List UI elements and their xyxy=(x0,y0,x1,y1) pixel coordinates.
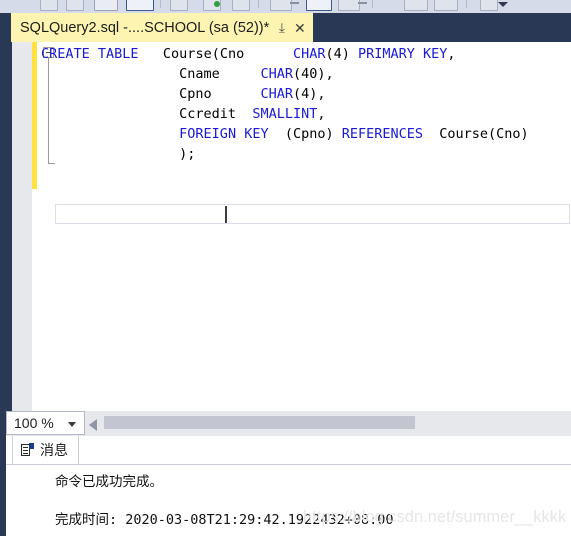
zoom-level-dropdown[interactable]: 100 % xyxy=(6,411,85,435)
sql-identifier: (40), xyxy=(292,66,334,82)
toolbar-button-uncomment[interactable] xyxy=(434,0,458,11)
execute-icon xyxy=(214,1,220,7)
sql-identifier: (4) xyxy=(325,46,359,62)
sql-identifier: (Cpno) xyxy=(268,126,342,142)
tab-messages[interactable]: 消息 xyxy=(12,436,79,464)
close-icon[interactable]: ✕ xyxy=(294,21,306,35)
sql-identifier: , xyxy=(317,106,326,122)
toolbar-separator xyxy=(258,0,259,8)
messages-icon xyxy=(21,443,34,457)
sql-identifier: Cpno xyxy=(41,86,261,102)
document-tab-strip: SQLQuery2.sql -....SCHOOL (sa (52))* ⤓ ✕ xyxy=(0,13,571,42)
code-line: FOREIGN KEY (Cpno) REFERENCES Course(Cno… xyxy=(41,124,529,144)
zoom-level-value: 100 % xyxy=(14,415,54,431)
results-tab-strip: 消息 xyxy=(6,436,571,465)
sql-identifier xyxy=(41,126,179,142)
toolbar-button-open-file[interactable] xyxy=(66,0,84,11)
toolbar-button-debug[interactable] xyxy=(232,0,250,11)
watermark-text: https://blog.csdn.net/summer__kkkk xyxy=(303,508,567,526)
sql-keyword: CHAR xyxy=(292,46,326,62)
toolbar-button-new-query[interactable] xyxy=(40,0,58,11)
toolbar-button-results-to-text[interactable] xyxy=(306,0,332,11)
scroll-left-arrow-icon[interactable] xyxy=(89,419,97,431)
toolbar-button-results-to-file[interactable] xyxy=(338,0,360,11)
sql-identifier: Course(Cno) xyxy=(423,126,529,142)
sql-keyword: REFERENCES xyxy=(341,126,424,142)
current-line-highlight xyxy=(55,204,570,224)
code-line: Cpno CHAR(4), xyxy=(41,84,529,104)
main-toolbar xyxy=(0,0,571,14)
file-icon xyxy=(358,2,367,4)
unsaved-change-bar xyxy=(32,42,37,189)
toolbar-button-save[interactable] xyxy=(94,0,118,11)
grid-icon xyxy=(290,2,299,4)
toolbar-button-comment[interactable] xyxy=(404,0,428,11)
editor-status-row: 100 % xyxy=(0,411,571,436)
chevron-down-icon[interactable] xyxy=(68,422,76,427)
horizontal-scrollbar-thumb[interactable] xyxy=(104,416,415,429)
document-tab-label: SQLQuery2.sql -....SCHOOL (sa (52))* xyxy=(20,19,270,36)
text-caret xyxy=(225,206,227,223)
editor-left-edge xyxy=(0,42,12,411)
toolbar-button-results-to-grid[interactable] xyxy=(270,0,292,11)
document-tab-sqlquery2[interactable]: SQLQuery2.sql -....SCHOOL (sa (52))* ⤓ ✕ xyxy=(11,13,313,42)
sql-keyword: PRIMARY KEY xyxy=(358,46,448,62)
ssms-window: SQLQuery2.sql -....SCHOOL (sa (52))* ⤓ ✕… xyxy=(0,0,571,536)
message-success-text: 命令已成功完成。 xyxy=(55,474,163,490)
sql-keyword: CHAR xyxy=(260,66,293,82)
sql-keyword: SMALLINT xyxy=(252,106,318,122)
sql-keyword: FOREIGN KEY xyxy=(179,126,269,142)
sql-identifier: ); xyxy=(41,146,196,162)
code-line: ); xyxy=(41,144,529,164)
sql-identifier: Course(Cno xyxy=(146,46,293,62)
toolbar-separator xyxy=(372,0,373,8)
code-editor[interactable]: CREATE TABLE Course(Cno CHAR(4) PRIMARY … xyxy=(0,42,571,411)
code-line: Ccredit SMALLINT, xyxy=(41,104,529,124)
toolbar-button-indent[interactable] xyxy=(480,0,498,11)
pin-icon[interactable]: ⤓ xyxy=(279,21,285,34)
toolbar-separator xyxy=(160,0,161,8)
selection-margin[interactable] xyxy=(12,42,32,411)
sql-keyword: CREATE TABLE xyxy=(41,46,147,62)
chevron-down-icon[interactable] xyxy=(498,2,508,7)
code-line: Cname CHAR(40), xyxy=(41,64,529,84)
sql-identifier: Cname xyxy=(41,66,261,82)
toolbar-button-save-all[interactable] xyxy=(126,0,154,11)
toolbar-button-parse[interactable] xyxy=(170,0,188,11)
sql-identifier: (4), xyxy=(292,86,326,102)
sql-identifier: Ccredit xyxy=(41,106,253,122)
toolbar-separator xyxy=(466,0,467,8)
sql-identifier: , xyxy=(447,46,456,62)
tab-messages-label: 消息 xyxy=(40,442,68,458)
sql-keyword: CHAR xyxy=(260,86,293,102)
code-line: CREATE TABLE Course(Cno CHAR(4) PRIMARY … xyxy=(41,44,529,64)
sql-code-text[interactable]: CREATE TABLE Course(Cno CHAR(4) PRIMARY … xyxy=(41,44,529,164)
